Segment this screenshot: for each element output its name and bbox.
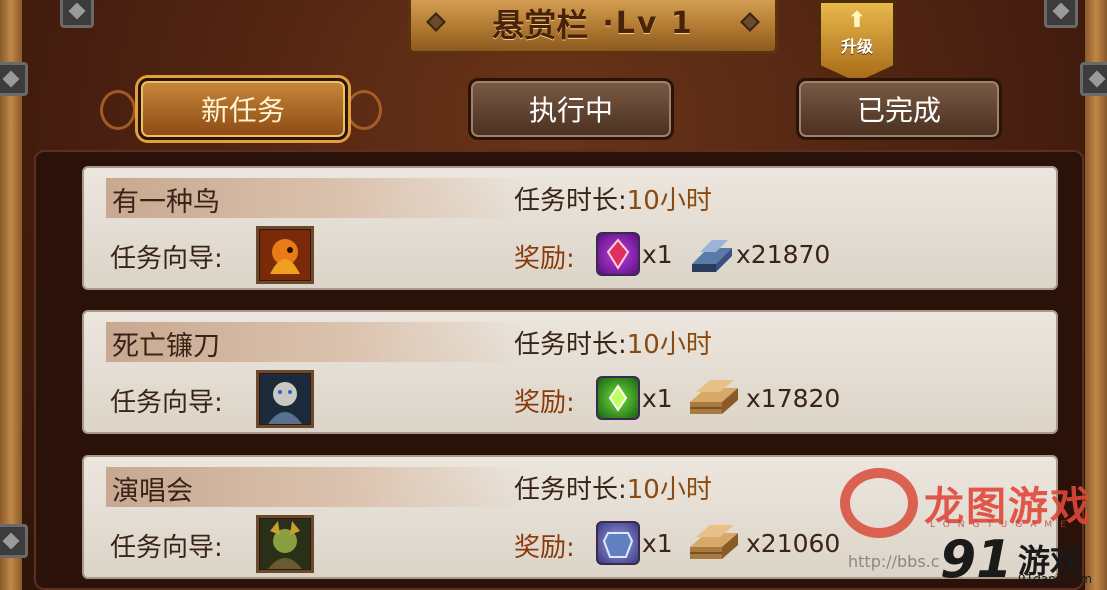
mission-name: 死亡镰刀 [112,331,220,362]
watermark-domain: 91danji.com [1018,572,1092,586]
mission-duration: 任务时长:10小时 [514,469,712,506]
reward-quantity: x17820 [746,384,841,413]
mission-duration: 任务时长:10小时 [514,324,712,361]
green-gem-item-icon[interactable] [596,376,640,420]
duration-label: 任务时长: [514,330,627,360]
guide-label: 任务向导: [110,244,223,274]
reward-quantity: x1 [642,529,673,558]
tab-in-progress[interactable]: 执行中 [468,78,674,140]
armor-item-icon[interactable] [596,521,640,565]
watermark-url: http://bbs.c [848,552,940,571]
mission-name: 有一种鸟 [112,187,220,218]
reward-quantity: x21870 [736,240,831,269]
tab-completed[interactable]: 已完成 [796,78,1002,140]
duration-label: 任务时长: [514,186,627,216]
level-indicator: ·Lv 1 [602,5,694,41]
ornament-icon [100,90,136,130]
iron-ingot-icon [686,228,738,278]
reward-quantity: x21060 [746,529,841,558]
mission-name: 演唱会 [112,476,193,507]
beast-warrior-hero-portrait-icon[interactable] [256,370,314,428]
up-arrow-icon: ⬆ [847,8,867,33]
corner-bolt-icon [60,0,94,28]
reward-label: 奖励: [514,533,575,563]
wood-planks-icon [686,517,738,567]
goblin-hero-portrait-icon[interactable] [256,515,314,573]
reward-quantity: x1 [642,384,673,413]
corner-bolt-icon [1044,0,1078,28]
guide-label: 任务向导: [110,533,223,563]
wood-planks-icon [686,372,738,422]
watermark-brand-sub: LONGTUGAME [930,520,1074,530]
mission-duration: 任务时长:10小时 [514,180,712,217]
corner-bolt-icon [0,62,28,96]
longtu-logo-icon [840,468,918,538]
upgrade-button[interactable]: ⬆ 升级 [818,0,896,82]
tab-new-missions[interactable]: 新任务 [138,78,348,140]
reward-label: 奖励: [514,388,575,418]
nail-icon [740,12,760,32]
phoenix-hero-portrait-icon[interactable] [256,226,314,284]
duration-value: 10小时 [626,186,712,216]
corner-bolt-icon [0,524,28,558]
duration-label: 任务时长: [514,475,627,505]
reward-label: 奖励: [514,244,575,274]
game-window-frame: 悬赏栏 ·Lv 1 ⬆ 升级 新任务 执行中 已完成 有一种鸟 任务时长:10小… [0,0,1107,590]
corner-bolt-icon [1080,62,1107,96]
nail-icon [426,12,446,32]
guide-label: 任务向导: [110,388,223,418]
watermark-site-logo: 91 [940,530,1013,590]
page-title: 悬赏栏 [492,6,589,44]
duration-value: 10小时 [626,330,712,360]
upgrade-label: 升级 [840,37,873,56]
duration-value: 10小时 [626,475,712,505]
purple-gem-item-icon[interactable] [596,232,640,276]
ornament-icon [346,90,382,130]
reward-quantity: x1 [642,240,673,269]
mission-card[interactable]: 有一种鸟 任务时长:10小时 任务向导: 奖励: x1 x21870 [82,166,1058,290]
mission-card[interactable]: 死亡镰刀 任务时长:10小时 任务向导: 奖励: x1 x17820 [82,310,1058,434]
title-banner: 悬赏栏 ·Lv 1 [408,0,778,54]
